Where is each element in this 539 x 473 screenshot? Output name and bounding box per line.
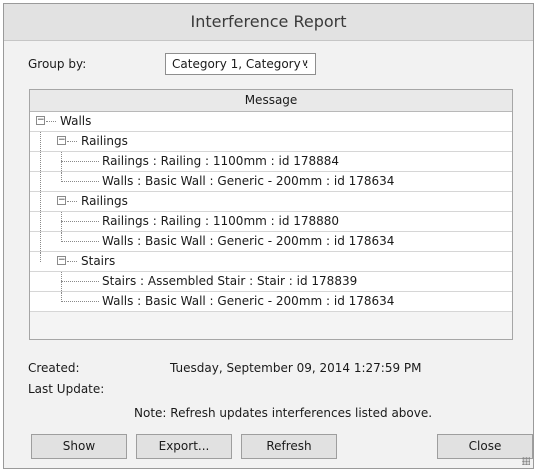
message-tree-table[interactable]: Message − Walls − Railings Railings : Ra… bbox=[29, 89, 513, 340]
tree-node-walls[interactable]: − Walls bbox=[30, 112, 512, 132]
tree-connector bbox=[40, 212, 41, 231]
tree-connector bbox=[67, 141, 77, 142]
created-value: Tuesday, September 09, 2014 1:27:59 PM bbox=[170, 361, 422, 375]
refresh-button[interactable]: Refresh bbox=[241, 434, 337, 459]
tree-leaf-label: Walls : Basic Wall : Generic - 200mm : i… bbox=[102, 294, 395, 308]
show-button[interactable]: Show bbox=[31, 434, 127, 459]
tree-leaf-item[interactable]: Walls : Basic Wall : Generic - 200mm : i… bbox=[30, 292, 512, 312]
tree-node-label: Stairs bbox=[81, 254, 116, 268]
tree-connector bbox=[40, 232, 41, 251]
tree-connector bbox=[61, 221, 99, 222]
tree-connector bbox=[61, 241, 99, 242]
tree-connector bbox=[40, 152, 41, 171]
tree-connector bbox=[46, 121, 56, 122]
tree-node-label: Railings bbox=[81, 134, 128, 148]
tree-connector bbox=[61, 281, 99, 282]
tree-leaf-item[interactable]: Walls : Basic Wall : Generic - 200mm : i… bbox=[30, 232, 512, 252]
tree-leaf-label: Stairs : Assembled Stair : Stair : id 17… bbox=[102, 274, 358, 288]
tree-leaf-label: Railings : Railing : 1100mm : id 178884 bbox=[102, 154, 340, 168]
tree-connector bbox=[40, 172, 41, 191]
tree-connector bbox=[40, 192, 41, 211]
refresh-note: Note: Refresh updates interferences list… bbox=[134, 406, 433, 420]
message-column-header[interactable]: Message bbox=[30, 90, 512, 112]
collapse-icon[interactable]: − bbox=[57, 256, 66, 265]
export-button[interactable]: Export... bbox=[136, 434, 232, 459]
tree-leaf-item[interactable]: Walls : Basic Wall : Generic - 200mm : i… bbox=[30, 172, 512, 192]
dialog-title: Interference Report bbox=[4, 4, 533, 41]
tree-node-label: Walls bbox=[60, 114, 92, 128]
tree-node-group[interactable]: − Railings bbox=[30, 132, 512, 152]
chevron-down-icon: ∨ bbox=[301, 58, 309, 69]
last-update-label: Last Update: bbox=[28, 382, 105, 396]
tree-leaf-item[interactable]: Railings : Railing : 1100mm : id 178884 bbox=[30, 152, 512, 172]
collapse-icon[interactable]: − bbox=[57, 196, 66, 205]
group-by-value: Category 1, Category : bbox=[172, 57, 309, 71]
group-by-select[interactable]: Category 1, Category : ∨ bbox=[165, 53, 316, 75]
tree-leaf-label: Railings : Railing : 1100mm : id 178880 bbox=[102, 214, 340, 228]
interference-report-dialog: Interference Report Group by: Category 1… bbox=[3, 3, 534, 469]
tree-connector bbox=[67, 201, 77, 202]
tree-node-group[interactable]: − Railings bbox=[30, 192, 512, 212]
close-button[interactable]: Close bbox=[437, 434, 533, 459]
created-label: Created: bbox=[28, 361, 80, 375]
tree-node-label: Railings bbox=[81, 194, 128, 208]
tree-node-group[interactable]: − Stairs bbox=[30, 252, 512, 272]
tree-leaf-label: Walls : Basic Wall : Generic - 200mm : i… bbox=[102, 174, 395, 188]
group-by-label: Group by: bbox=[28, 57, 87, 71]
resize-grip-icon[interactable] bbox=[522, 457, 530, 465]
tree-leaf-item[interactable]: Railings : Railing : 1100mm : id 178880 bbox=[30, 212, 512, 232]
tree-leaf-item[interactable]: Stairs : Assembled Stair : Stair : id 17… bbox=[30, 272, 512, 292]
collapse-icon[interactable]: − bbox=[57, 136, 66, 145]
tree-connector bbox=[40, 252, 41, 262]
tree-connector bbox=[61, 301, 99, 302]
tree-leaf-label: Walls : Basic Wall : Generic - 200mm : i… bbox=[102, 234, 395, 248]
tree-connector bbox=[61, 161, 99, 162]
tree-connector bbox=[67, 261, 77, 262]
tree-connector bbox=[61, 181, 99, 182]
tree-connector bbox=[40, 132, 41, 151]
collapse-icon[interactable]: − bbox=[36, 116, 45, 125]
